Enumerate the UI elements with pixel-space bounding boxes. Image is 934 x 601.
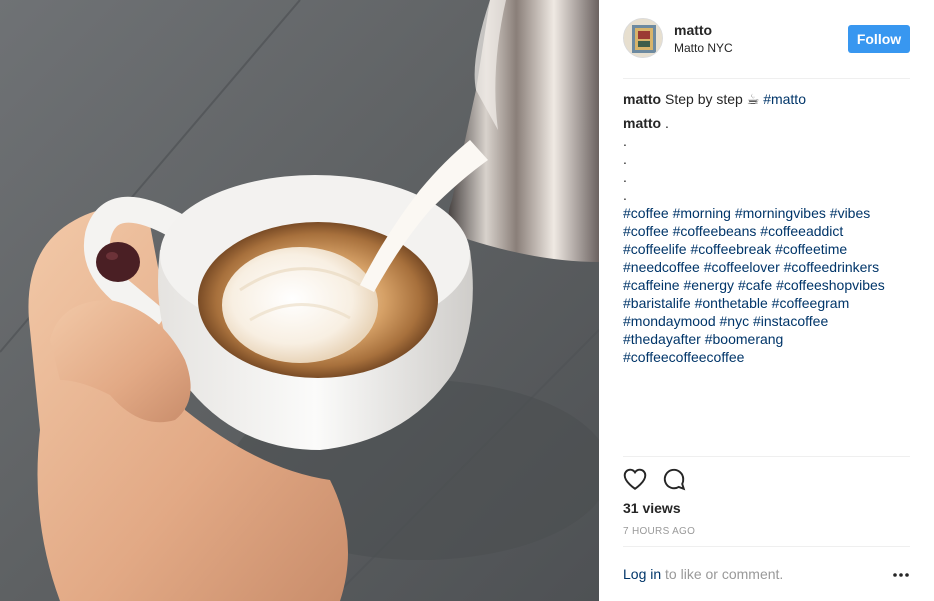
hashtag-link[interactable]: #needcoffee [623, 259, 700, 275]
hashtag-block: #coffee #morning #morningvibes #vibes #co… [623, 204, 913, 366]
hashtag-line: #coffeecoffeecoffee [623, 348, 913, 366]
comment-username[interactable]: matto [623, 115, 661, 131]
speech-bubble-icon[interactable] [661, 466, 687, 492]
hashtag-link[interactable]: #cafe [738, 277, 772, 293]
hashtag-link[interactable]: #coffeebreak [690, 241, 771, 257]
avatar[interactable] [623, 18, 663, 58]
footer-divider [623, 546, 910, 547]
hashtag-link[interactable]: #vibes [830, 205, 870, 221]
hashtag-link[interactable]: #coffeetime [775, 241, 847, 257]
hashtag-link[interactable]: #nyc [720, 313, 750, 329]
hashtag-link[interactable]: #boomerang [705, 331, 784, 347]
comment-dot: . [623, 133, 627, 149]
hashtag-line: #baristalife #onthetable #coffeegram [623, 294, 913, 312]
hashtag-line: #caffeine #energy #cafe #coffeeshopvibes [623, 276, 913, 294]
caption-hashtag[interactable]: #matto [763, 91, 806, 107]
comments-divider [623, 456, 910, 457]
caption-username[interactable]: matto [623, 91, 661, 107]
ellipsis-icon[interactable] [892, 566, 910, 584]
comments-list: matto Step by step ☕ #matto matto . . . … [623, 90, 913, 372]
hashtag-link[interactable]: #morningvibes [735, 205, 826, 221]
post-sidebar: matto Matto NYC Follow matto Step by ste… [599, 0, 934, 601]
hashtag-line: #coffee #morning #morningvibes #vibes [623, 204, 913, 222]
location[interactable]: Matto NYC [674, 41, 733, 55]
login-link[interactable]: Log in [623, 566, 661, 582]
hashtag-link[interactable]: #coffee [623, 205, 669, 221]
comment: matto . . . . . #coffee #morning #mornin… [623, 114, 913, 366]
hashtag-line: #coffee #coffeebeans #coffeeaddict [623, 222, 913, 240]
hashtag-line: #needcoffee #coffeelover #coffeedrinkers [623, 258, 913, 276]
hashtag-link[interactable]: #coffee [623, 223, 669, 239]
hashtag-link[interactable]: #morning [673, 205, 731, 221]
caption-text: Step by step [665, 91, 743, 107]
comment-text: . [665, 115, 669, 131]
hashtag-link[interactable]: #coffeegram [772, 295, 850, 311]
heart-outline-icon[interactable] [622, 466, 648, 492]
follow-button[interactable]: Follow [848, 25, 910, 53]
post-media[interactable] [0, 0, 599, 601]
timestamp[interactable]: 7 HOURS AGO [623, 526, 695, 537]
hashtag-link[interactable]: #coffeelover [704, 259, 780, 275]
hashtag-link[interactable]: #onthetable [695, 295, 768, 311]
hashtag-link[interactable]: #baristalife [623, 295, 691, 311]
comment-dot: . [623, 187, 627, 203]
login-prompt: Log in to like or comment. [623, 566, 783, 582]
post-header: matto Matto NYC Follow [623, 18, 910, 60]
hashtag-line: #thedayafter #boomerang [623, 330, 913, 348]
view-count[interactable]: 31 views [623, 500, 681, 516]
login-suffix: to like or comment. [665, 566, 784, 582]
hashtag-link[interactable]: #instacoffee [753, 313, 828, 329]
hashtag-link[interactable]: #coffeelife [623, 241, 687, 257]
username[interactable]: matto [674, 22, 712, 38]
avatar-image [624, 19, 662, 57]
hashtag-link[interactable]: #coffeedrinkers [784, 259, 879, 275]
coffee-emoji-icon: ☕ [746, 91, 760, 107]
hashtag-line: #coffeelife #coffeebreak #coffeetime [623, 240, 913, 258]
instagram-post: matto Matto NYC Follow matto Step by ste… [0, 0, 934, 601]
hashtag-link[interactable]: #coffeebeans [673, 223, 757, 239]
latte-art-photo [0, 0, 599, 601]
hashtag-link[interactable]: #mondaymood [623, 313, 716, 329]
hashtag-link[interactable]: #coffeecoffeecoffee [623, 349, 744, 365]
comment-dot: . [623, 169, 627, 185]
hashtag-line: #mondaymood #nyc #instacoffee [623, 312, 913, 330]
hashtag-link[interactable]: #caffeine [623, 277, 680, 293]
caption: matto Step by step ☕ #matto [623, 90, 913, 108]
hashtag-link[interactable]: #coffeeaddict [760, 223, 843, 239]
comment-dot: . [623, 151, 627, 167]
header-divider [623, 78, 910, 79]
hashtag-link[interactable]: #energy [683, 277, 734, 293]
hashtag-link[interactable]: #thedayafter [623, 331, 701, 347]
hashtag-link[interactable]: #coffeeshopvibes [776, 277, 885, 293]
